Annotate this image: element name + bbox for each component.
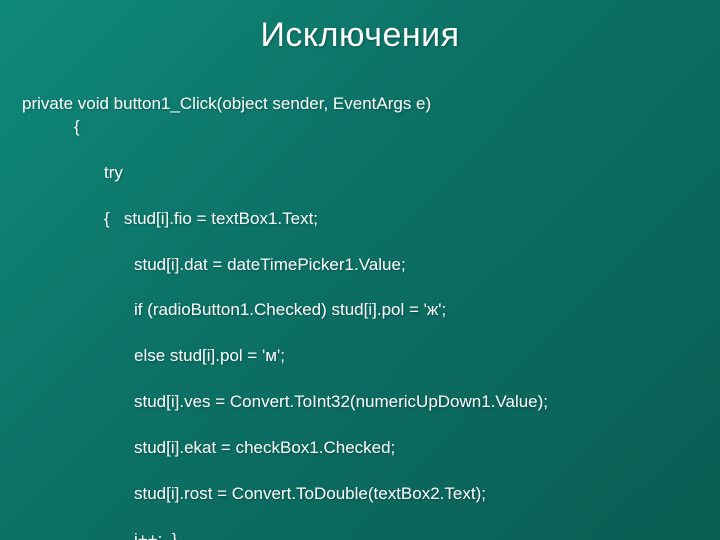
code-line: stud[i].rost = Convert.ToDouble(textBox2… — [22, 483, 698, 506]
code-line: try — [22, 162, 698, 185]
code-line: stud[i].ves = Convert.ToInt32(numericUpD… — [22, 391, 698, 414]
code-line: i++; } — [22, 529, 698, 540]
code-line: if (radioButton1.Checked) stud[i].pol = … — [22, 299, 698, 322]
code-line: stud[i].dat = dateTimePicker1.Value; — [22, 254, 698, 277]
code-line: { stud[i].fio = textBox1.Text; — [22, 208, 698, 231]
code-line: { — [22, 116, 698, 139]
code-block: private void button1_Click(object sender… — [22, 70, 698, 540]
slide-title: Исключения — [0, 0, 720, 55]
code-line: else stud[i].pol = 'м'; — [22, 345, 698, 368]
code-line: private void button1_Click(object sender… — [22, 94, 431, 113]
code-line: stud[i].ekat = checkBox1.Checked; — [22, 437, 698, 460]
slide: Исключения private void button1_Click(ob… — [0, 0, 720, 540]
